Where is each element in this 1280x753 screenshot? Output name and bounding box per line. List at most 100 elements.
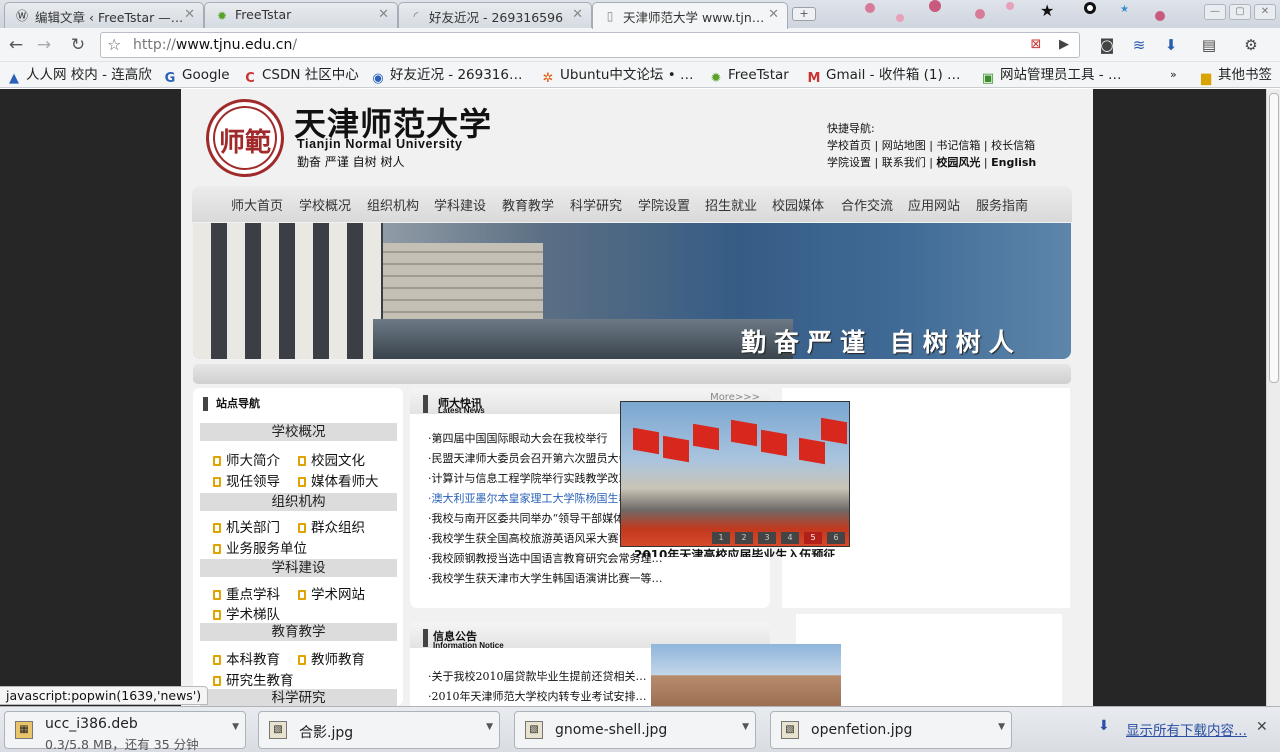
wrench-icon[interactable]: ⚙ bbox=[1240, 34, 1262, 56]
close-icon[interactable]: ✕ bbox=[768, 7, 779, 22]
photo-caption[interactable]: 2010年天津高校应届毕业生入伍预征 bbox=[634, 547, 835, 557]
download-item[interactable]: ▧ openfetion.jpg ▼ bbox=[770, 711, 1012, 749]
wordpress-icon: Ⓦ bbox=[15, 9, 28, 23]
nav-media[interactable]: 校园媒体 bbox=[772, 195, 824, 214]
bookmark-renren[interactable]: ▲ 人人网 校内 - 连高欣 bbox=[6, 65, 152, 86]
link-campus-culture[interactable]: 校园文化 bbox=[298, 449, 365, 469]
browser-toolbar: ← → ↻ ☆ http://www.tjnu.edu.cn/ ⊠ ▶ ◙ ≋ … bbox=[0, 28, 1280, 62]
bookmark-star-icon[interactable]: ☆ bbox=[107, 35, 121, 54]
slide-page-button-active[interactable]: 5 bbox=[804, 532, 822, 544]
tab-tjnu[interactable]: ▯ 天津师范大学 www.tjn… ✕ bbox=[592, 2, 788, 29]
nav-apps[interactable]: 应用网站 bbox=[908, 195, 960, 214]
slide-page-button[interactable]: 1 bbox=[712, 532, 730, 544]
chevron-down-icon[interactable]: ▼ bbox=[486, 722, 493, 732]
university-motto: 勤奋 严谨 自树 树人 bbox=[297, 155, 405, 169]
page-scrollbar[interactable] bbox=[1266, 89, 1280, 706]
close-icon[interactable]: ✕ bbox=[572, 7, 583, 22]
link-undergraduate[interactable]: 本科教育 bbox=[213, 648, 280, 668]
new-tab-button[interactable]: + bbox=[792, 7, 816, 21]
section-education[interactable]: 教育教学 bbox=[200, 623, 397, 641]
popup-blocked-icon[interactable]: ⊠ bbox=[1027, 36, 1045, 54]
reload-button[interactable]: ↻ bbox=[66, 34, 90, 56]
slide-page-button[interactable]: 6 bbox=[827, 532, 845, 544]
tab-edit-article[interactable]: Ⓦ 编辑文章 ‹ FreeTstar —… ✕ bbox=[4, 2, 204, 28]
image-file-icon: ▧ bbox=[781, 721, 799, 739]
section-school-overview[interactable]: 学校概况 bbox=[200, 423, 397, 441]
bookmark-ubuntu[interactable]: ✲ Ubuntu中文论坛 • … bbox=[540, 65, 694, 86]
section-organization[interactable]: 组织机构 bbox=[200, 493, 397, 511]
bookmark-csdn[interactable]: C CSDN 社区中心 bbox=[242, 65, 359, 86]
link-service-units[interactable]: 业务服务单位 bbox=[213, 537, 307, 557]
nav-about[interactable]: 学校概况 bbox=[299, 195, 351, 214]
quick-nav-links-2[interactable]: 学院设置 | 联系我们 | 校园风光 | English bbox=[827, 154, 1036, 171]
nav-home[interactable]: 师大首页 bbox=[231, 195, 283, 214]
link-admin-departments[interactable]: 机关部门 bbox=[213, 516, 280, 536]
play-icon[interactable]: ▶ bbox=[1055, 36, 1073, 54]
page-menu-icon[interactable]: ▤ bbox=[1198, 34, 1220, 56]
close-icon[interactable]: ✕ bbox=[1256, 719, 1268, 735]
ubuntu-icon: ✲ bbox=[542, 71, 554, 86]
slide-page-button[interactable]: 3 bbox=[758, 532, 776, 544]
nav-cooperation[interactable]: 合作交流 bbox=[841, 195, 893, 214]
bookmark-webmaster[interactable]: ▣ 网站管理员工具 - … bbox=[980, 65, 1122, 86]
close-icon[interactable]: ✕ bbox=[184, 7, 195, 22]
link-academic-sites[interactable]: 学术网站 bbox=[298, 583, 365, 603]
close-window-button[interactable]: ✕ bbox=[1254, 4, 1276, 20]
camera-icon[interactable]: ◙ bbox=[1096, 34, 1118, 56]
address-bar[interactable]: ☆ http://www.tjnu.edu.cn/ ⊠ ▶ bbox=[100, 32, 1080, 58]
campus-photo[interactable] bbox=[651, 644, 841, 706]
slide-page-button[interactable]: 2 bbox=[735, 532, 753, 544]
news-photo-slideshow[interactable]: 123456 bbox=[620, 401, 850, 547]
rss-icon[interactable]: ≋ bbox=[1128, 34, 1150, 56]
nav-colleges[interactable]: 学院设置 bbox=[638, 195, 690, 214]
news-item[interactable]: ·我校学生获天津市大学生韩国语演讲比赛一等… bbox=[428, 570, 690, 586]
bookmark-freetstar[interactable]: ✹ FreeTstar bbox=[708, 65, 789, 86]
section-research[interactable]: 科学研究 bbox=[200, 689, 397, 706]
download-item[interactable]: ▦ ucc_i386.deb 0.3/5.8 MB，还有 35 分钟 ▼ bbox=[4, 711, 246, 752]
tab-friends-feed[interactable]: ◜ 好友近况 - 269316596 ✕ bbox=[398, 2, 592, 28]
bookmark-qzone[interactable]: ◉ 好友近况 - 269316… bbox=[370, 65, 522, 86]
scrollbar-thumb[interactable] bbox=[1269, 93, 1279, 383]
chevron-down-icon[interactable]: ▼ bbox=[998, 722, 1005, 732]
link-key-disciplines[interactable]: 重点学科 bbox=[213, 583, 280, 603]
download-item[interactable]: ▧ 合影.jpg ▼ bbox=[258, 711, 500, 749]
download-shelf: ▦ ucc_i386.deb 0.3/5.8 MB，还有 35 分钟 ▼ ▧ 合… bbox=[0, 706, 1280, 752]
chevron-down-icon[interactable]: ▼ bbox=[232, 722, 239, 732]
nav-research[interactable]: 科学研究 bbox=[570, 195, 622, 214]
nav-disciplines[interactable]: 学科建设 bbox=[434, 195, 486, 214]
tab-freetstar[interactable]: ✹ FreeTstar ✕ bbox=[204, 2, 398, 28]
slide-page-button[interactable]: 4 bbox=[781, 532, 799, 544]
bookmark-gmail[interactable]: M Gmail - 收件箱 (1) … bbox=[806, 65, 961, 86]
chevron-down-icon[interactable]: ▼ bbox=[742, 722, 749, 732]
university-seal-logo[interactable]: 师範 bbox=[206, 99, 284, 177]
link-university-intro[interactable]: 师大简介 bbox=[213, 449, 280, 469]
show-all-downloads-link[interactable]: 显示所有下载内容... bbox=[1126, 719, 1247, 739]
link-icon bbox=[298, 456, 306, 466]
forward-button[interactable]: → bbox=[32, 34, 56, 56]
download-icon[interactable]: ⬇ bbox=[1160, 34, 1182, 56]
link-icon bbox=[298, 655, 306, 665]
more-bookmarks-chevron-icon[interactable]: » bbox=[1170, 65, 1177, 85]
close-icon[interactable]: ✕ bbox=[378, 7, 389, 22]
google-icon: G bbox=[164, 71, 176, 86]
link-teacher-education[interactable]: 教师教育 bbox=[298, 648, 365, 668]
minimize-button[interactable]: — bbox=[1204, 4, 1226, 20]
bookmark-google[interactable]: G Google bbox=[162, 65, 230, 86]
main-navigation: 师大首页 学校概况 组织机构 学科建设 教育教学 科学研究 学院设置 招生就业 … bbox=[192, 186, 1072, 222]
nav-services[interactable]: 服务指南 bbox=[976, 195, 1028, 214]
link-academic-teams[interactable]: 学术梯队 bbox=[213, 603, 280, 623]
maximize-button[interactable]: ▢ bbox=[1229, 4, 1251, 20]
tab-strip: Ⓦ 编辑文章 ‹ FreeTstar —… ✕ ✹ FreeTstar ✕ ◜ … bbox=[0, 0, 1280, 29]
other-bookmarks[interactable]: ▆ 其他书签 bbox=[1198, 65, 1272, 86]
nav-education[interactable]: 教育教学 bbox=[502, 195, 554, 214]
link-media-coverage[interactable]: 媒体看师大 bbox=[298, 470, 379, 490]
nav-organization[interactable]: 组织机构 bbox=[367, 195, 419, 214]
download-item[interactable]: ▧ gnome-shell.jpg ▼ bbox=[514, 711, 756, 749]
link-current-leaders[interactable]: 现任领导 bbox=[213, 470, 280, 490]
link-graduate[interactable]: 研究生教育 bbox=[213, 669, 294, 689]
nav-admissions[interactable]: 招生就业 bbox=[705, 195, 757, 214]
quick-nav-links-1[interactable]: 学校首页 | 网站地图 | 书记信箱 | 校长信箱 bbox=[827, 137, 1036, 154]
link-mass-organizations[interactable]: 群众组织 bbox=[298, 516, 365, 536]
back-button[interactable]: ← bbox=[4, 34, 28, 56]
section-disciplines[interactable]: 学科建设 bbox=[200, 559, 397, 577]
